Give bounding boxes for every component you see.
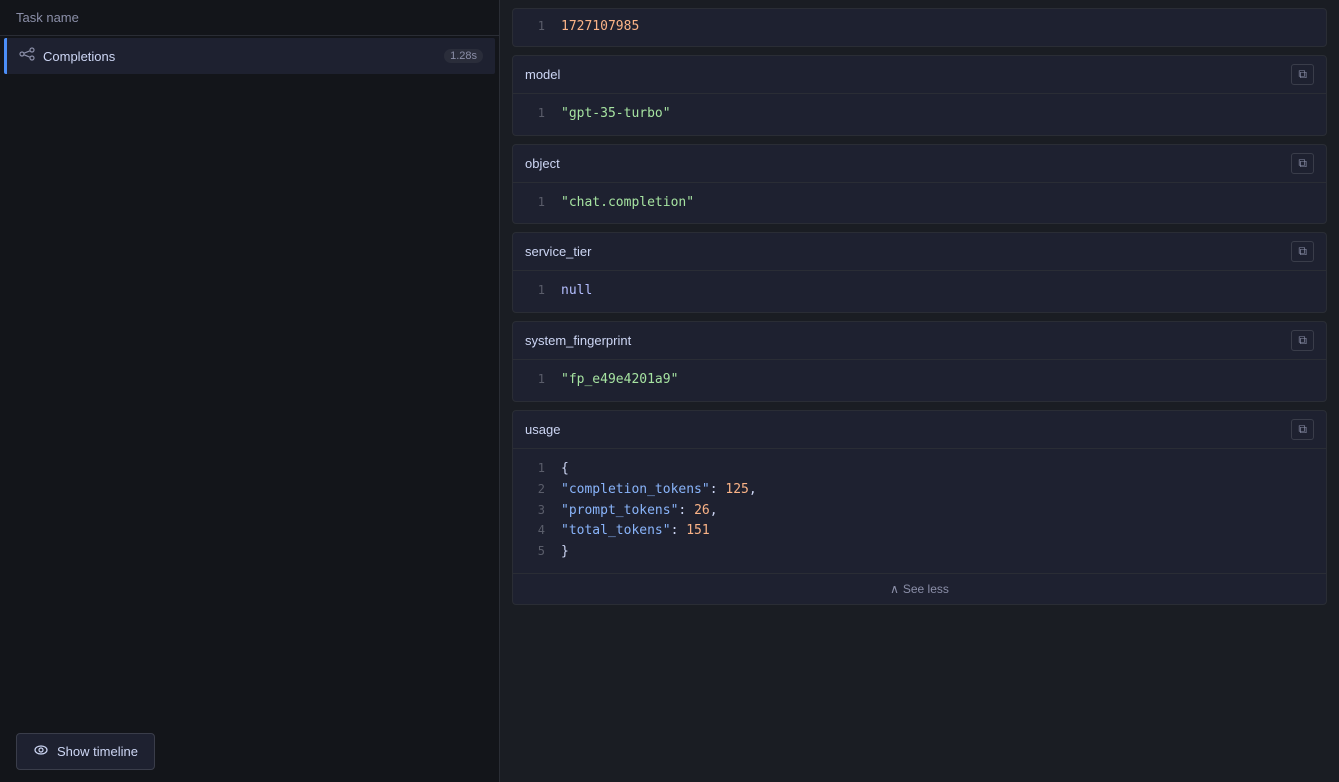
see-less-label: See less [903, 582, 949, 596]
sidebar-item-label: Completions [43, 49, 115, 64]
line-number: 1 [525, 281, 545, 300]
field-object-header: object ⧉ [513, 145, 1326, 183]
usage-prompt-tokens: "prompt_tokens": 26, [561, 501, 718, 522]
line-number: 1 [525, 459, 545, 478]
field-usage-name: usage [525, 422, 560, 437]
usage-brace-close: } [561, 542, 569, 563]
top-entry: 1 1727107985 [512, 8, 1327, 47]
show-timeline-label: Show timeline [57, 744, 138, 759]
copy-service-tier-button[interactable]: ⧉ [1291, 241, 1314, 262]
field-usage-content: 1 { 2 "completion_tokens": 125, 3 "promp… [513, 449, 1326, 573]
field-service-tier-content: 1 null [513, 271, 1326, 312]
line-number: 3 [525, 501, 545, 520]
line-number: 1 [525, 370, 545, 389]
field-model-header: model ⧉ [513, 56, 1326, 94]
line-number: 1 [525, 17, 545, 36]
usage-total-tokens: "total_tokens": 151 [561, 521, 710, 542]
copy-system-fingerprint-button[interactable]: ⧉ [1291, 330, 1314, 351]
chevron-up-icon: ∧ [890, 582, 899, 596]
field-object-content: 1 "chat.completion" [513, 183, 1326, 224]
field-service-tier: service_tier ⧉ 1 null [512, 232, 1327, 313]
copy-usage-button[interactable]: ⧉ [1291, 419, 1314, 440]
line-number: 1 [525, 104, 545, 123]
field-usage-header: usage ⧉ [513, 411, 1326, 449]
copy-icon: ⧉ [1298, 422, 1307, 437]
sidebar-header: Task name [0, 0, 499, 36]
sidebar-item-badge: 1.28s [444, 49, 483, 63]
sidebar-footer: Show timeline [0, 721, 499, 782]
field-system-fingerprint-header: system_fingerprint ⧉ [513, 322, 1326, 360]
top-value: 1727107985 [561, 17, 639, 38]
field-system-fingerprint-content: 1 "fp_e49e4201a9" [513, 360, 1326, 401]
line-number: 4 [525, 521, 545, 540]
completions-icon [19, 46, 35, 66]
usage-completion-tokens: "completion_tokens": 125, [561, 480, 757, 501]
main-content[interactable]: 1 1727107985 model ⧉ 1 "gpt-35-turbo" ob… [500, 0, 1339, 782]
field-system-fingerprint: system_fingerprint ⧉ 1 "fp_e49e4201a9" [512, 321, 1327, 402]
usage-brace-open: { [561, 459, 569, 480]
field-service-tier-name: service_tier [525, 244, 591, 259]
model-value: "gpt-35-turbo" [561, 104, 671, 125]
sidebar: Task name Completions 1.28s Show timelin… [0, 0, 500, 782]
field-object: object ⧉ 1 "chat.completion" [512, 144, 1327, 225]
line-number: 5 [525, 542, 545, 561]
copy-object-button[interactable]: ⧉ [1291, 153, 1314, 174]
copy-icon: ⧉ [1298, 244, 1307, 259]
see-less-button[interactable]: ∧ See less [513, 573, 1326, 604]
copy-icon: ⧉ [1298, 67, 1307, 82]
field-usage: usage ⧉ 1 { 2 "completion_tokens": 125, … [512, 410, 1327, 605]
field-object-name: object [525, 156, 560, 171]
field-system-fingerprint-name: system_fingerprint [525, 333, 631, 348]
copy-icon: ⧉ [1298, 333, 1307, 348]
copy-icon: ⧉ [1298, 156, 1307, 171]
line-number: 1 [525, 193, 545, 212]
field-service-tier-header: service_tier ⧉ [513, 233, 1326, 271]
show-timeline-button[interactable]: Show timeline [16, 733, 155, 770]
system-fingerprint-value: "fp_e49e4201a9" [561, 370, 678, 391]
line-number: 2 [525, 480, 545, 499]
field-model: model ⧉ 1 "gpt-35-turbo" [512, 55, 1327, 136]
field-model-name: model [525, 67, 560, 82]
object-value: "chat.completion" [561, 193, 694, 214]
eye-icon [33, 742, 49, 761]
service-tier-value: null [561, 281, 592, 302]
sidebar-item-completions[interactable]: Completions 1.28s [4, 38, 495, 74]
copy-model-button[interactable]: ⧉ [1291, 64, 1314, 85]
field-model-content: 1 "gpt-35-turbo" [513, 94, 1326, 135]
